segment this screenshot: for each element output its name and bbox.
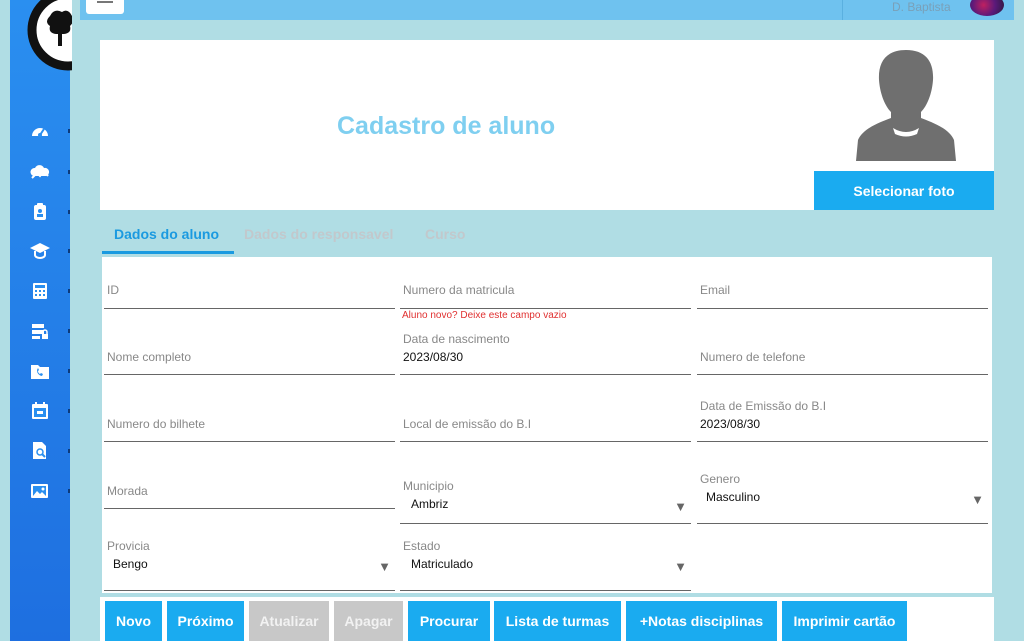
provincia-label: Provicia [107, 539, 150, 553]
cloud-chart-icon[interactable] [30, 162, 50, 182]
chevron-down-icon: ▼ [971, 492, 984, 507]
notas-disciplinas-button[interactable]: +Notas disciplinas [626, 601, 777, 641]
nav-indicator [68, 489, 70, 493]
data-nascimento-value: 2023/08/30 [403, 350, 464, 364]
nome-completo-field[interactable]: Nome completo [104, 323, 395, 375]
provincia-select[interactable]: Provicia Bengo ▼ [104, 524, 395, 591]
user-avatar[interactable] [970, 0, 1004, 16]
nav-indicator [68, 210, 70, 214]
genero-select[interactable]: Genero Masculino ▼ [697, 457, 988, 524]
header-card: Cadastro de aluno Selecionar foto [100, 40, 994, 210]
user-name[interactable]: D. Baptista [892, 0, 951, 14]
tab-curso[interactable]: Curso [425, 226, 465, 242]
genero-label: Genero [700, 472, 741, 486]
id-label: ID [107, 283, 119, 297]
data-nascimento-field[interactable]: Data de nascimento 2023/08/30 [400, 323, 691, 375]
nav-indicator [68, 289, 70, 293]
imprimir-cartao-button[interactable]: Imprimir cartão [782, 601, 907, 641]
proximo-button[interactable]: Próximo [167, 601, 244, 641]
page-title: Cadastro de aluno [337, 112, 556, 140]
email-field[interactable]: Email [697, 257, 988, 309]
nav-indicator [68, 329, 70, 333]
dashboard-icon[interactable] [30, 121, 50, 141]
municipio-value: Ambriz [411, 497, 449, 511]
municipio-select[interactable]: Municipio Ambriz ▼ [400, 457, 691, 524]
nome-completo-label: Nome completo [107, 350, 192, 364]
document-search-icon[interactable] [30, 441, 50, 461]
telefone-label: Numero de telefone [700, 350, 806, 364]
chevron-down-icon: ▼ [674, 559, 687, 574]
student-photo [856, 48, 956, 163]
numero-bilhete-field[interactable]: Numero do bilhete [104, 390, 395, 442]
calendar-icon[interactable] [30, 401, 50, 421]
estado-label: Estado [403, 539, 441, 553]
action-bar: Novo Próximo Atualizar Apagar Procurar L… [100, 597, 994, 641]
data-emissao-value: 2023/08/30 [700, 417, 761, 431]
local-emissao-label: Local de emissão do B.I [403, 417, 532, 431]
server-lock-icon[interactable] [30, 321, 50, 341]
data-emissao-field[interactable]: Data de Emissão do B.I 2023/08/30 [697, 390, 988, 442]
provincia-value: Bengo [113, 557, 148, 571]
estado-select[interactable]: Estado Matriculado ▼ [400, 524, 691, 591]
gallery-icon[interactable] [30, 481, 50, 501]
hamburger-icon [97, 1, 113, 3]
phone-folder-icon[interactable] [30, 361, 50, 381]
graduation-cap-icon[interactable] [30, 241, 50, 261]
telefone-field[interactable]: Numero de telefone [697, 323, 988, 375]
numero-bilhete-label: Numero do bilhete [107, 417, 206, 431]
procurar-button[interactable]: Procurar [408, 601, 490, 641]
select-photo-button[interactable]: Selecionar foto [814, 171, 994, 210]
nav-indicator [68, 409, 70, 413]
local-emissao-field[interactable]: Local de emissão do B.I [400, 390, 691, 442]
matricula-hint: Aluno novo? Deixe este campo vazio [402, 310, 567, 321]
matricula-label: Numero da matricula [403, 283, 515, 297]
estado-value: Matriculado [411, 557, 474, 571]
matricula-field[interactable]: Numero da matricula [400, 257, 691, 309]
chevron-down-icon: ▼ [378, 559, 391, 574]
student-form: ID Numero da matricula Email Nome comple… [102, 257, 992, 593]
top-bar: D. Baptista [80, 0, 1014, 20]
atualizar-button[interactable]: Atualizar [249, 601, 329, 641]
apagar-button[interactable]: Apagar [334, 601, 403, 641]
chevron-down-icon: ▼ [674, 499, 687, 514]
municipio-label: Municipio [403, 479, 454, 493]
tab-dados-aluno[interactable]: Dados do aluno [114, 226, 219, 242]
lista-turmas-button[interactable]: Lista de turmas [494, 601, 621, 641]
data-nascimento-label: Data de nascimento [403, 332, 510, 346]
user-silhouette-icon [856, 50, 956, 161]
tab-dados-responsavel[interactable]: Dados do responsavel [244, 226, 393, 242]
clipboard-user-icon[interactable] [30, 202, 50, 222]
nav-indicator [68, 249, 70, 253]
active-tab-indicator [102, 251, 234, 254]
tab-bar: Dados do aluno Dados do responsavel Curs… [102, 218, 502, 254]
nav-indicator [68, 170, 70, 174]
email-label: Email [700, 283, 731, 297]
data-emissao-label: Data de Emissão do B.I [700, 399, 827, 413]
nav-indicator [68, 129, 70, 133]
genero-value: Masculino [706, 490, 761, 504]
nav-indicator [68, 369, 70, 373]
morada-label: Morada [107, 484, 148, 498]
topbar-divider [842, 0, 843, 20]
menu-toggle-button[interactable] [86, 0, 124, 14]
nav-indicator [68, 449, 70, 453]
novo-button[interactable]: Novo [105, 601, 162, 641]
calculator-icon[interactable] [30, 281, 50, 301]
morada-field[interactable]: Morada [104, 457, 395, 509]
app-logo [20, 0, 72, 76]
id-field[interactable]: ID [104, 257, 395, 309]
